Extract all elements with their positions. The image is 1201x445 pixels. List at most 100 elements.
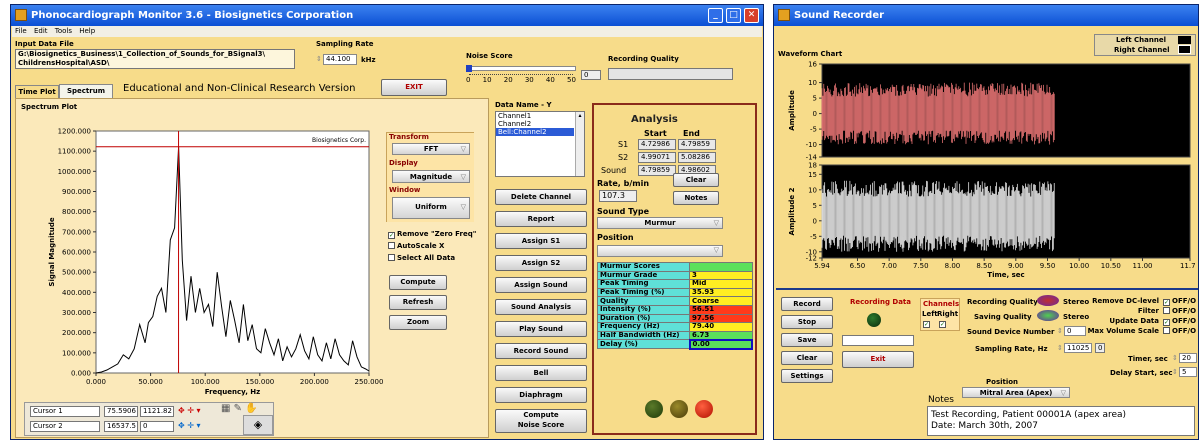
cursor-1-controls-icon[interactable]: ✥ ✛ ▾ xyxy=(178,406,201,415)
analysis-row-label: S1 xyxy=(618,140,629,149)
sound-type-dropdown[interactable]: Murmur xyxy=(597,217,723,229)
action-button-record-sound[interactable]: Record Sound xyxy=(495,343,587,359)
tab-time-plot[interactable]: Time Plot xyxy=(15,85,59,98)
window-dropdown[interactable]: Uniform xyxy=(392,197,470,219)
pan-tool-icon[interactable]: ◈ xyxy=(243,415,273,435)
display-dropdown[interactable]: Magnitude xyxy=(392,170,470,183)
remove-zero-freq-checkbox[interactable]: ✓ Remove "Zero Freq" xyxy=(388,230,476,239)
minimize-icon[interactable]: _ xyxy=(708,8,723,23)
action-button-assign-s1[interactable]: Assign S1 xyxy=(495,233,587,249)
list-item[interactable]: Channel2 xyxy=(496,120,584,128)
action-button-report[interactable]: Report xyxy=(495,211,587,227)
cursor-2-y[interactable]: 0 xyxy=(140,421,174,432)
cursor-2-x[interactable]: 16537.5 xyxy=(104,421,138,432)
noise-score-label: Noise Score xyxy=(466,52,513,60)
menu-file[interactable]: File xyxy=(15,27,27,35)
display-label: Display xyxy=(389,159,418,167)
clear-button[interactable]: Clear xyxy=(673,173,719,187)
cursor-1-y[interactable]: 1121.82 xyxy=(140,406,174,417)
close-icon[interactable]: ✕ xyxy=(744,8,759,23)
x-tick-label: 200.000 xyxy=(300,378,329,386)
select-all-data-checkbox[interactable]: Select All Data xyxy=(388,254,455,262)
murmur-label: Frequency (Hz) xyxy=(597,322,690,332)
noise-slider-track xyxy=(466,66,576,71)
cursor-1-x[interactable]: 75.5906 xyxy=(104,406,138,417)
cursor-2-controls-icon[interactable]: ✥ ✛ ▾ xyxy=(178,421,201,430)
window-title: Phonocardiograph Monitor 3.6 - Biosignet… xyxy=(31,10,354,21)
y-tick-label: 16 xyxy=(808,61,817,69)
noise-score-slider[interactable]: 0 10 20 30 40 50 xyxy=(466,62,576,84)
input-file-field[interactable]: G:\Biosignetics_Business\1_Collection_of… xyxy=(15,49,295,69)
y-tick-label: 600.000 xyxy=(62,249,91,257)
x-tick-label: 11.75 xyxy=(1180,262,1196,270)
action-button-play-sound[interactable]: Play Sound xyxy=(495,321,587,337)
list-item[interactable]: Bell:Channel2 xyxy=(496,128,574,136)
recording-quality-knob-icon[interactable] xyxy=(1037,295,1059,306)
murmur-value: 56.51 xyxy=(689,304,753,315)
tab-spectrum[interactable]: Spectrum xyxy=(59,84,113,98)
refresh-button[interactable]: Refresh xyxy=(389,295,447,310)
right-channel-label: Right xyxy=(937,310,959,318)
exit-button[interactable]: EXIT xyxy=(381,79,447,96)
action-button-assign-s2[interactable]: Assign S2 xyxy=(495,255,587,271)
exit-recorder-button[interactable]: Exit xyxy=(842,351,914,368)
saving-quality-knob-icon[interactable] xyxy=(1037,310,1059,321)
cursor-1-name[interactable]: Cursor 1 xyxy=(30,406,100,417)
record-button[interactable]: Record xyxy=(781,297,833,311)
y-tick-label: -5 xyxy=(810,126,817,134)
noise-slider-thumb[interactable] xyxy=(466,65,472,72)
option-toggle[interactable]: ✓ OFF/O xyxy=(1163,297,1196,306)
position-dropdown[interactable] xyxy=(597,245,723,257)
autoscale-x-checkbox[interactable]: AutoScale X xyxy=(388,242,444,250)
menu-help[interactable]: Help xyxy=(79,27,95,35)
cursor-2-name[interactable]: Cursor 2 xyxy=(30,421,100,432)
clear-button[interactable]: Clear xyxy=(781,351,833,365)
save-button[interactable]: Save xyxy=(781,333,833,347)
murmur-value: 6.73 xyxy=(689,330,753,341)
menu-edit[interactable]: Edit xyxy=(34,27,48,35)
y-tick-label: 1100.000 xyxy=(58,148,91,156)
menu-tools[interactable]: Tools xyxy=(55,27,72,35)
position-dropdown-r[interactable]: Mitral Area (Apex) xyxy=(962,387,1070,398)
stop-button[interactable]: Stop xyxy=(781,315,833,329)
table-row: Intensity (%) 56.51 xyxy=(597,304,753,315)
table-row: Murmur Scores xyxy=(597,262,753,272)
graph-tools-icon[interactable]: ▦ ✎ ✋ xyxy=(221,403,258,414)
maximize-icon[interactable]: □ xyxy=(726,8,741,23)
murmur-label: Peak Timing (%) xyxy=(597,287,690,298)
left-channel-checkbox[interactable]: ✓ xyxy=(923,319,932,328)
zoom-button[interactable]: Zoom xyxy=(389,315,447,330)
notes-button[interactable]: Notes xyxy=(673,191,719,205)
action-button-sound-analysis[interactable]: Sound Analysis xyxy=(495,299,587,315)
list-scrollbar[interactable]: ▴ xyxy=(575,112,584,176)
watermark-text: Biosignetics Corp. xyxy=(312,137,366,144)
compute-button[interactable]: Compute xyxy=(389,275,447,290)
delay-start-input[interactable]: 5 xyxy=(1172,367,1197,377)
list-item[interactable]: Channel1 xyxy=(496,112,584,120)
sound-type-label: Sound Type xyxy=(597,207,650,216)
transform-dropdown[interactable]: FFT xyxy=(392,143,470,155)
spectrum-chart[interactable]: 0.000 100.000 200.000 300.000 400.000 500.000… xyxy=(16,111,386,401)
data-name-list[interactable]: Channel1 Channel2 Bell:Channel2 ▴ xyxy=(495,111,585,177)
right-channel-checkbox[interactable]: ✓ xyxy=(939,319,948,328)
option-toggle[interactable]: OFF/O xyxy=(1163,327,1196,335)
action-button-delete-channel[interactable]: Delete Channel xyxy=(495,189,587,205)
notes-field[interactable]: Test Recording, Patient 00001A (apex are… xyxy=(927,406,1195,436)
y-axis-label: Amplitude 2 xyxy=(788,187,796,235)
recorder-title-bar[interactable]: Sound Recorder xyxy=(774,5,1198,26)
murmur-label: Intensity (%) xyxy=(597,304,690,315)
title-bar[interactable]: Phonocardiograph Monitor 3.6 - Biosignet… xyxy=(11,5,763,26)
sampling-rate-input[interactable]: 44.100 xyxy=(316,54,357,65)
action-button-bell[interactable]: Bell xyxy=(495,365,587,381)
waveform-chart[interactable]: -14-10-5051016Amplitude-12-10-505101518A… xyxy=(778,58,1196,280)
timer-input[interactable]: 20 xyxy=(1172,353,1197,363)
sampling-rate-input-r[interactable]: 11025 xyxy=(1057,343,1092,353)
option-toggle[interactable]: OFF/O xyxy=(1163,307,1196,315)
action-button-compute-noise-score[interactable]: Compute Noise Score xyxy=(495,409,587,433)
phonocardiograph-window: Phonocardiograph Monitor 3.6 - Biosignet… xyxy=(10,4,764,440)
left-channel-label: Left xyxy=(922,310,938,318)
action-button-assign-sound[interactable]: Assign Sound xyxy=(495,277,587,293)
action-button-diaphragm[interactable]: Diaphragm xyxy=(495,387,587,403)
settings-button[interactable]: Settings xyxy=(781,369,833,383)
option-toggle[interactable]: ✓ OFF/O xyxy=(1163,317,1196,326)
